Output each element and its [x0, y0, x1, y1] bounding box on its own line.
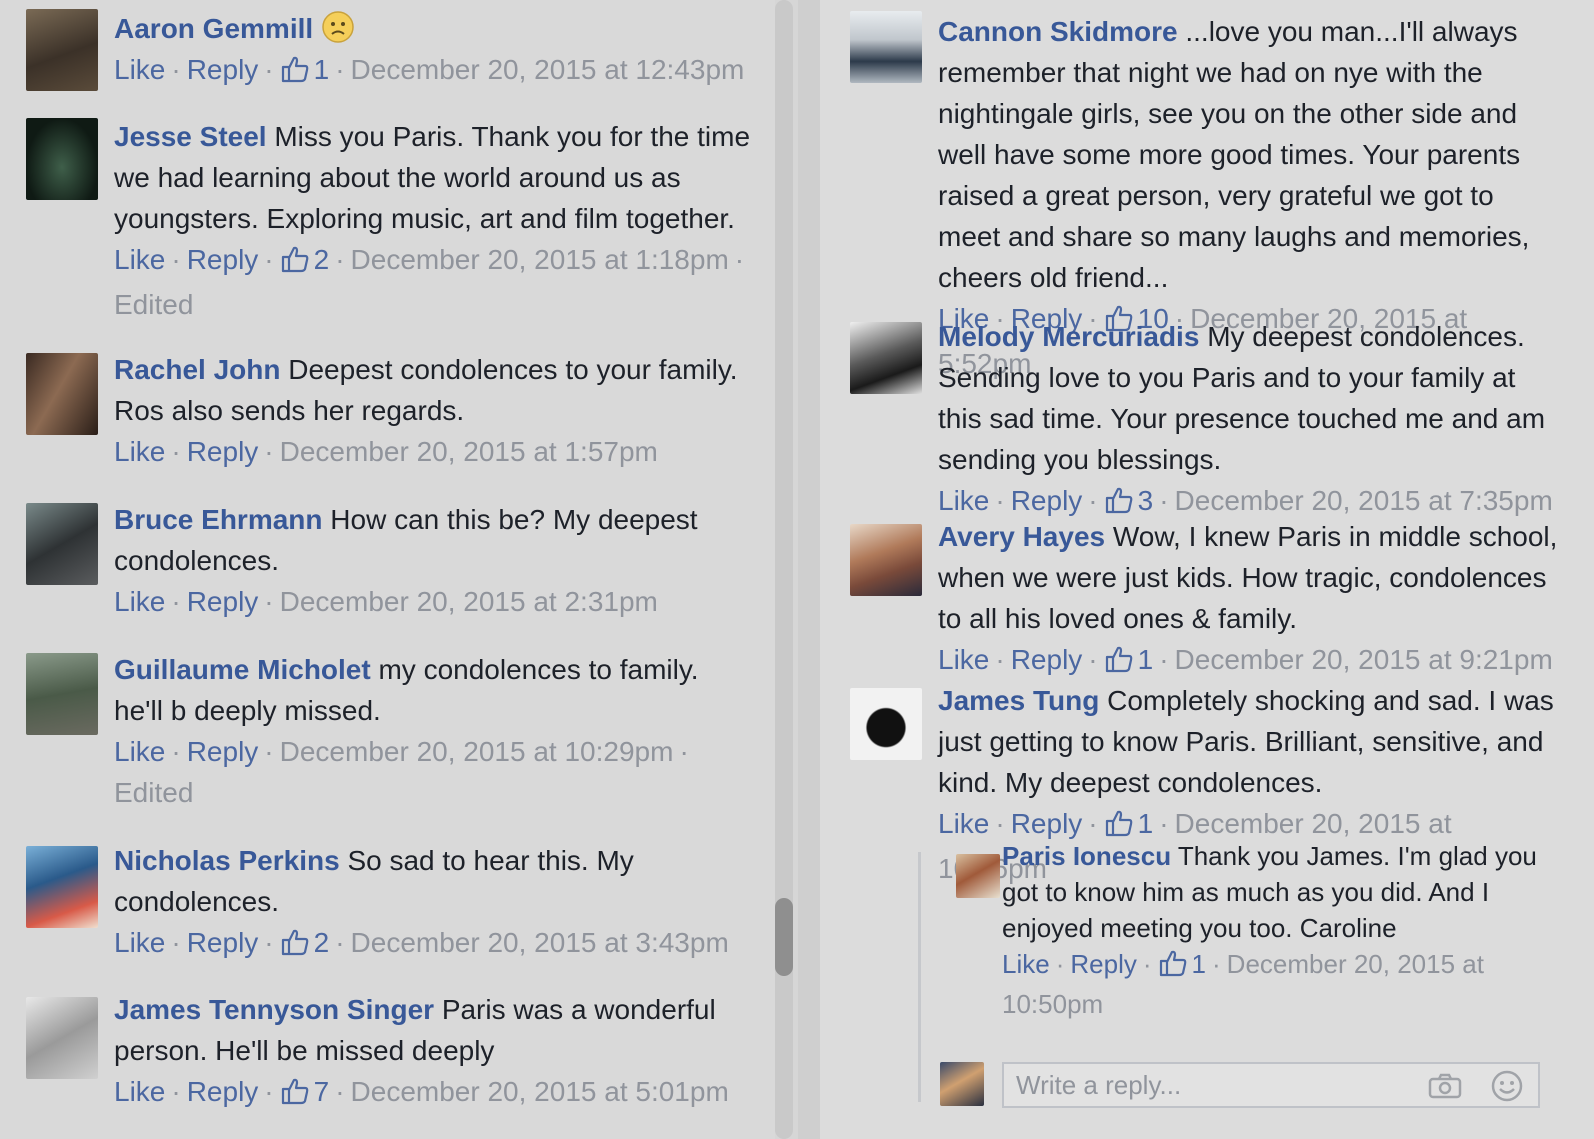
avatar[interactable] — [26, 118, 98, 200]
reply-link[interactable]: Reply — [1011, 485, 1083, 516]
comment-timestamp[interactable]: December 20, 2015 at 12:43pm — [351, 54, 745, 85]
commenter-name[interactable]: James Tennyson Singer — [114, 994, 434, 1025]
comment-actions: Like · Reply · December 20, 2015 at 2:31pm — [114, 586, 658, 617]
like-link[interactable]: Like — [114, 736, 165, 767]
comment-actions: Like · Reply · 1 · December 20, 2015 at 9:21pm — [938, 644, 1553, 675]
like-link[interactable]: Like — [114, 586, 165, 617]
like-link[interactable]: Like — [114, 927, 165, 958]
comment-actions: Like · Reply · 3 · December 20, 2015 at 7:35pm — [938, 485, 1553, 516]
commenter-name[interactable]: Avery Hayes — [938, 521, 1105, 552]
comment-actions: Like · Reply · 1 · December 20, 2015 at 10:50p… — [1002, 949, 1484, 1019]
reply-link[interactable]: Reply — [187, 244, 259, 275]
avatar[interactable] — [26, 653, 98, 735]
like-count[interactable]: 1 — [1138, 808, 1154, 839]
thumbs-up-icon[interactable] — [280, 243, 310, 284]
reply-composer — [1002, 1062, 1540, 1108]
comment-timestamp[interactable]: December 20, 2015 at 5:01pm — [351, 1076, 729, 1107]
column-divider — [798, 0, 820, 1139]
scrollbar-thumb[interactable] — [775, 898, 793, 976]
like-count[interactable]: 2 — [314, 927, 330, 958]
comments-screenshot: Aaron Gemmill Like · Reply · 1 · December 20, … — [0, 0, 1594, 1139]
avatar[interactable] — [26, 997, 98, 1079]
smiley-icon[interactable] — [1490, 1069, 1524, 1108]
comment: Aaron Gemmill Like · Reply · 1 · December 20, … — [0, 0, 775, 108]
edited-label[interactable]: Edited — [114, 777, 193, 808]
like-link[interactable]: Like — [1002, 949, 1050, 979]
comment-timestamp[interactable]: December 20, 2015 at 10:29pm — [280, 736, 674, 767]
reply-link[interactable]: Reply — [187, 54, 259, 85]
comment-actions: Like · Reply · 7 · December 20, 2015 at 5:01pm — [114, 1076, 729, 1107]
avatar[interactable] — [956, 854, 1000, 898]
like-link[interactable]: Like — [114, 54, 165, 85]
like-link[interactable]: Like — [938, 485, 989, 516]
reply-link[interactable]: Reply — [1070, 949, 1136, 979]
commenter-name[interactable]: Bruce Ehrmann — [114, 504, 323, 535]
like-count[interactable]: 1 — [1138, 644, 1154, 675]
reply-link[interactable]: Reply — [1011, 808, 1083, 839]
like-link[interactable]: Like — [114, 436, 165, 467]
reply-link[interactable]: Reply — [187, 436, 259, 467]
reply-link[interactable]: Reply — [1011, 644, 1083, 675]
comment-timestamp[interactable]: December 20, 2015 at 1:57pm — [280, 436, 658, 467]
commenter-name[interactable]: Cannon Skidmore — [938, 16, 1178, 47]
camera-icon[interactable] — [1428, 1073, 1462, 1104]
comment-timestamp[interactable]: December 20, 2015 at 2:31pm — [280, 586, 658, 617]
reply-link[interactable]: Reply — [187, 927, 259, 958]
like-link[interactable]: Like — [114, 1076, 165, 1107]
reply-link[interactable]: Reply — [187, 586, 259, 617]
thumbs-up-icon[interactable] — [1158, 949, 1188, 986]
thumbs-up-icon[interactable] — [280, 53, 310, 94]
comment-timestamp[interactable]: December 20, 2015 at 9:21pm — [1175, 644, 1553, 675]
avatar[interactable] — [850, 11, 922, 83]
comment-actions: Like · Reply · December 20, 2015 at 1:57pm — [114, 436, 658, 467]
avatar[interactable] — [850, 688, 922, 760]
comment-timestamp[interactable]: December 20, 2015 at 1:18pm — [351, 244, 729, 275]
current-user-avatar[interactable] — [940, 1062, 984, 1106]
like-count[interactable]: 1 — [314, 54, 330, 85]
like-count[interactable]: 3 — [1138, 485, 1154, 516]
like-link[interactable]: Like — [114, 244, 165, 275]
reply-input[interactable] — [1014, 1069, 1398, 1101]
comment-timestamp[interactable]: December 20, 2015 at 3:43pm — [351, 927, 729, 958]
comment-actions: Like · Reply · 2 · December 20, 2015 at 3:43pm — [114, 927, 729, 958]
avatar[interactable] — [850, 524, 922, 596]
avatar[interactable] — [26, 846, 98, 928]
thumbs-up-icon[interactable] — [280, 926, 310, 967]
avatar[interactable] — [26, 353, 98, 435]
commenter-name[interactable]: Melody Mercuriadis — [938, 321, 1199, 352]
thumbs-up-icon[interactable] — [280, 1075, 310, 1116]
thumbs-up-icon[interactable] — [1104, 643, 1134, 684]
comment-actions: Like · Reply · 2 · December 20, 2015 at 1:18pm… — [114, 243, 745, 320]
avatar[interactable] — [26, 503, 98, 585]
like-link[interactable]: Like — [938, 808, 989, 839]
commenter-name[interactable]: Rachel John — [114, 354, 280, 385]
reply-thread-line — [918, 852, 921, 1102]
edited-label[interactable]: Edited — [114, 289, 193, 320]
commenter-name[interactable]: Aaron Gemmill — [114, 13, 313, 44]
commenter-name[interactable]: Paris Ionescu — [1002, 841, 1171, 871]
avatar[interactable] — [26, 9, 98, 91]
avatar[interactable] — [850, 322, 922, 394]
like-count[interactable]: 2 — [314, 244, 330, 275]
commenter-name[interactable]: Guillaume Micholet — [114, 654, 371, 685]
like-count[interactable]: 7 — [314, 1076, 330, 1107]
reply-link[interactable]: Reply — [187, 736, 259, 767]
reply-link[interactable]: Reply — [187, 1076, 259, 1107]
like-link[interactable]: Like — [938, 644, 989, 675]
commenter-name[interactable]: Jesse Steel — [114, 121, 267, 152]
commenter-name[interactable]: James Tung — [938, 685, 1099, 716]
comment-text: ...love you man...I'll always remember t… — [938, 16, 1530, 293]
comment-actions: Like · Reply · 1 · December 20, 2015 at 12:43p… — [114, 54, 744, 85]
frown-emoji-icon — [321, 11, 355, 44]
like-count[interactable]: 1 — [1192, 949, 1206, 979]
comment-timestamp[interactable]: December 20, 2015 at 7:35pm — [1175, 485, 1553, 516]
comment-actions: Like · Reply · December 20, 2015 at 10:29pm ·… — [114, 736, 689, 808]
commenter-name[interactable]: Nicholas Perkins — [114, 845, 340, 876]
